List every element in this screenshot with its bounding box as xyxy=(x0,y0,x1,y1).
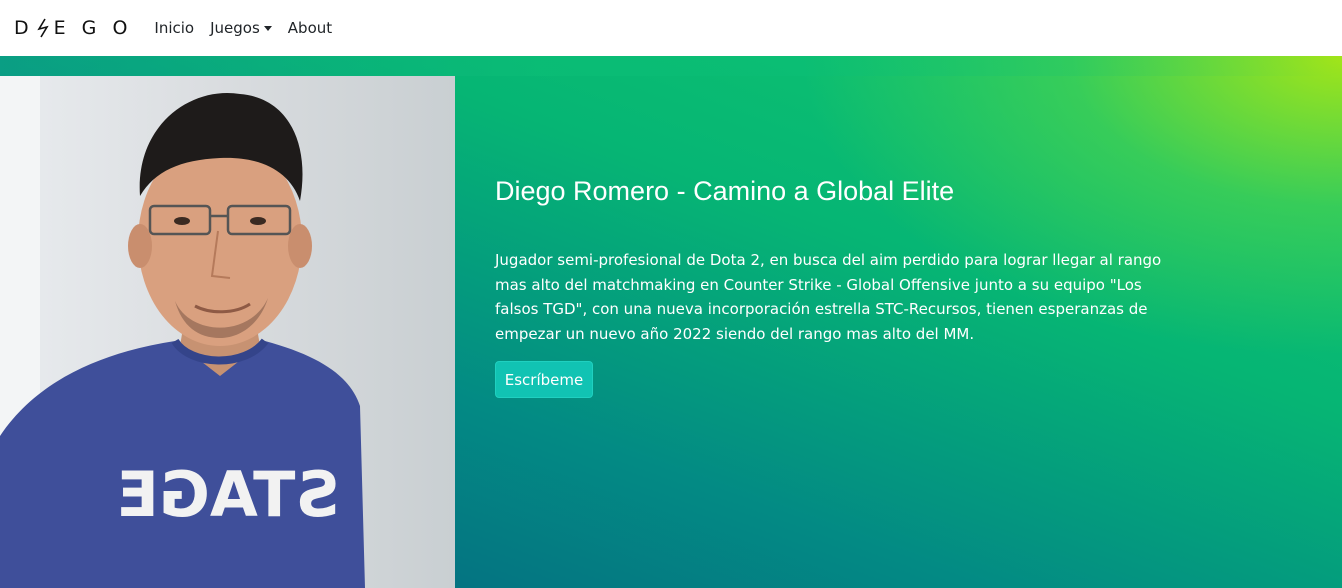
lightning-icon xyxy=(36,18,49,38)
nav-juegos-dropdown[interactable]: Juegos xyxy=(210,19,272,37)
hero-section: STAGE Diego Romero - Camino a Global Eli… xyxy=(0,56,1342,588)
brand-logo[interactable]: D E G O xyxy=(14,17,132,39)
caret-down-icon xyxy=(263,25,272,31)
nav-inicio[interactable]: Inicio xyxy=(154,19,194,37)
hero-description: Jugador semi-profesional de Dota 2, en b… xyxy=(495,251,1162,343)
navbar: D E G O Inicio Juegos About xyxy=(0,0,1342,56)
hero-title: Diego Romero - Camino a Global Elite xyxy=(495,176,955,206)
nav-juegos-label: Juegos xyxy=(210,19,260,37)
profile-photo: STAGE xyxy=(0,76,455,588)
brand-text-rest: E G O xyxy=(53,17,133,39)
brand-text: D xyxy=(14,17,34,39)
write-me-button[interactable]: Escríbeme xyxy=(495,361,593,398)
shirt-print: STAGE xyxy=(117,458,340,531)
nav-about[interactable]: About xyxy=(288,19,332,37)
